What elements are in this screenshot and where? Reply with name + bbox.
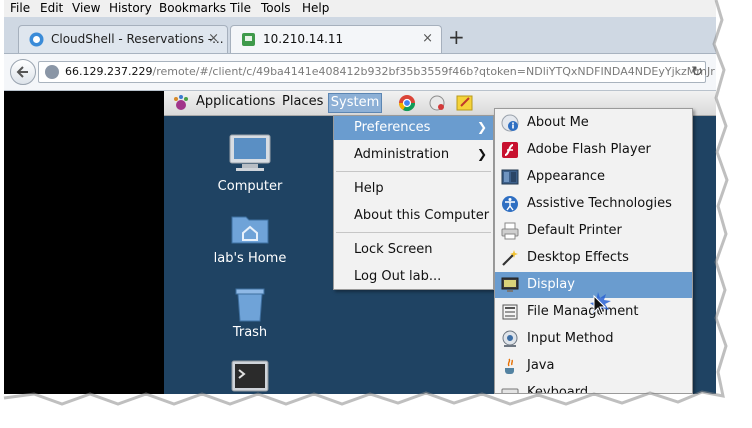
torn-edge-decoration [0, 0, 752, 428]
